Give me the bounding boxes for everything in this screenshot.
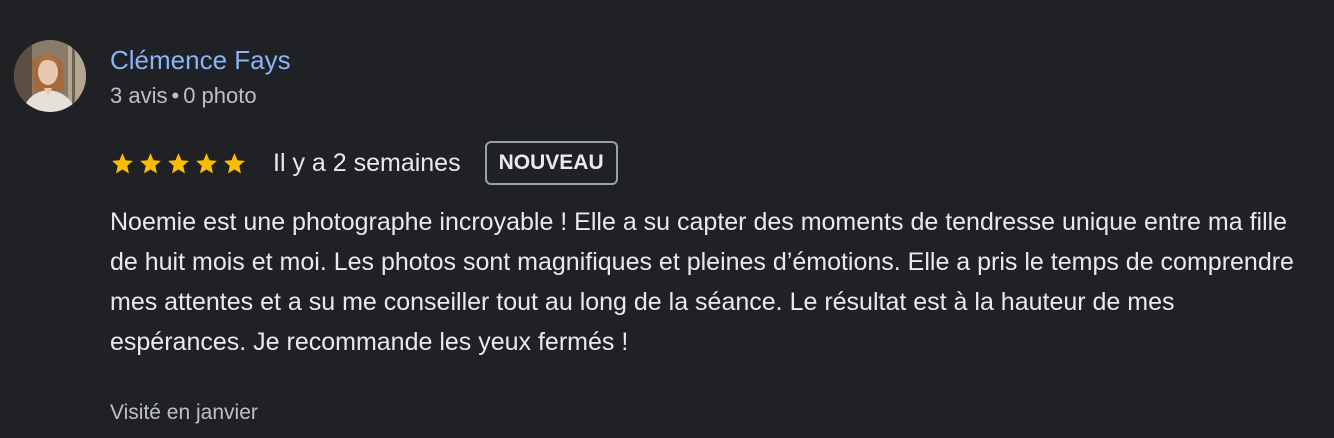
visited-date: Visité en janvier (110, 401, 258, 424)
star-icon (224, 152, 245, 173)
reviewer-meta: 3 avis • 0 photo (110, 82, 257, 110)
star-icon (196, 152, 217, 173)
star-icon (140, 152, 161, 173)
review-count: 3 avis (110, 83, 168, 108)
new-badge: NOUVEAU (484, 141, 618, 185)
reviewer-name[interactable]: Clémence Fays (110, 44, 291, 76)
star-rating (110, 151, 247, 176)
photo-count: 0 photo (183, 83, 257, 108)
rating-row: Il y a 2 semaines NOUVEAU (110, 138, 618, 188)
review-date: Il y a 2 semaines (273, 148, 461, 177)
star-icon (112, 152, 133, 173)
review-card: Clémence Fays 3 avis • 0 photo Il y a 2 se… (0, 0, 1334, 438)
avatar-photo (14, 40, 86, 112)
meta-separator: • (171, 83, 180, 108)
review-text: Noemie est une photographe incroyable ! … (110, 208, 1294, 356)
star-icon (168, 152, 189, 173)
avatar[interactable] (14, 40, 86, 112)
